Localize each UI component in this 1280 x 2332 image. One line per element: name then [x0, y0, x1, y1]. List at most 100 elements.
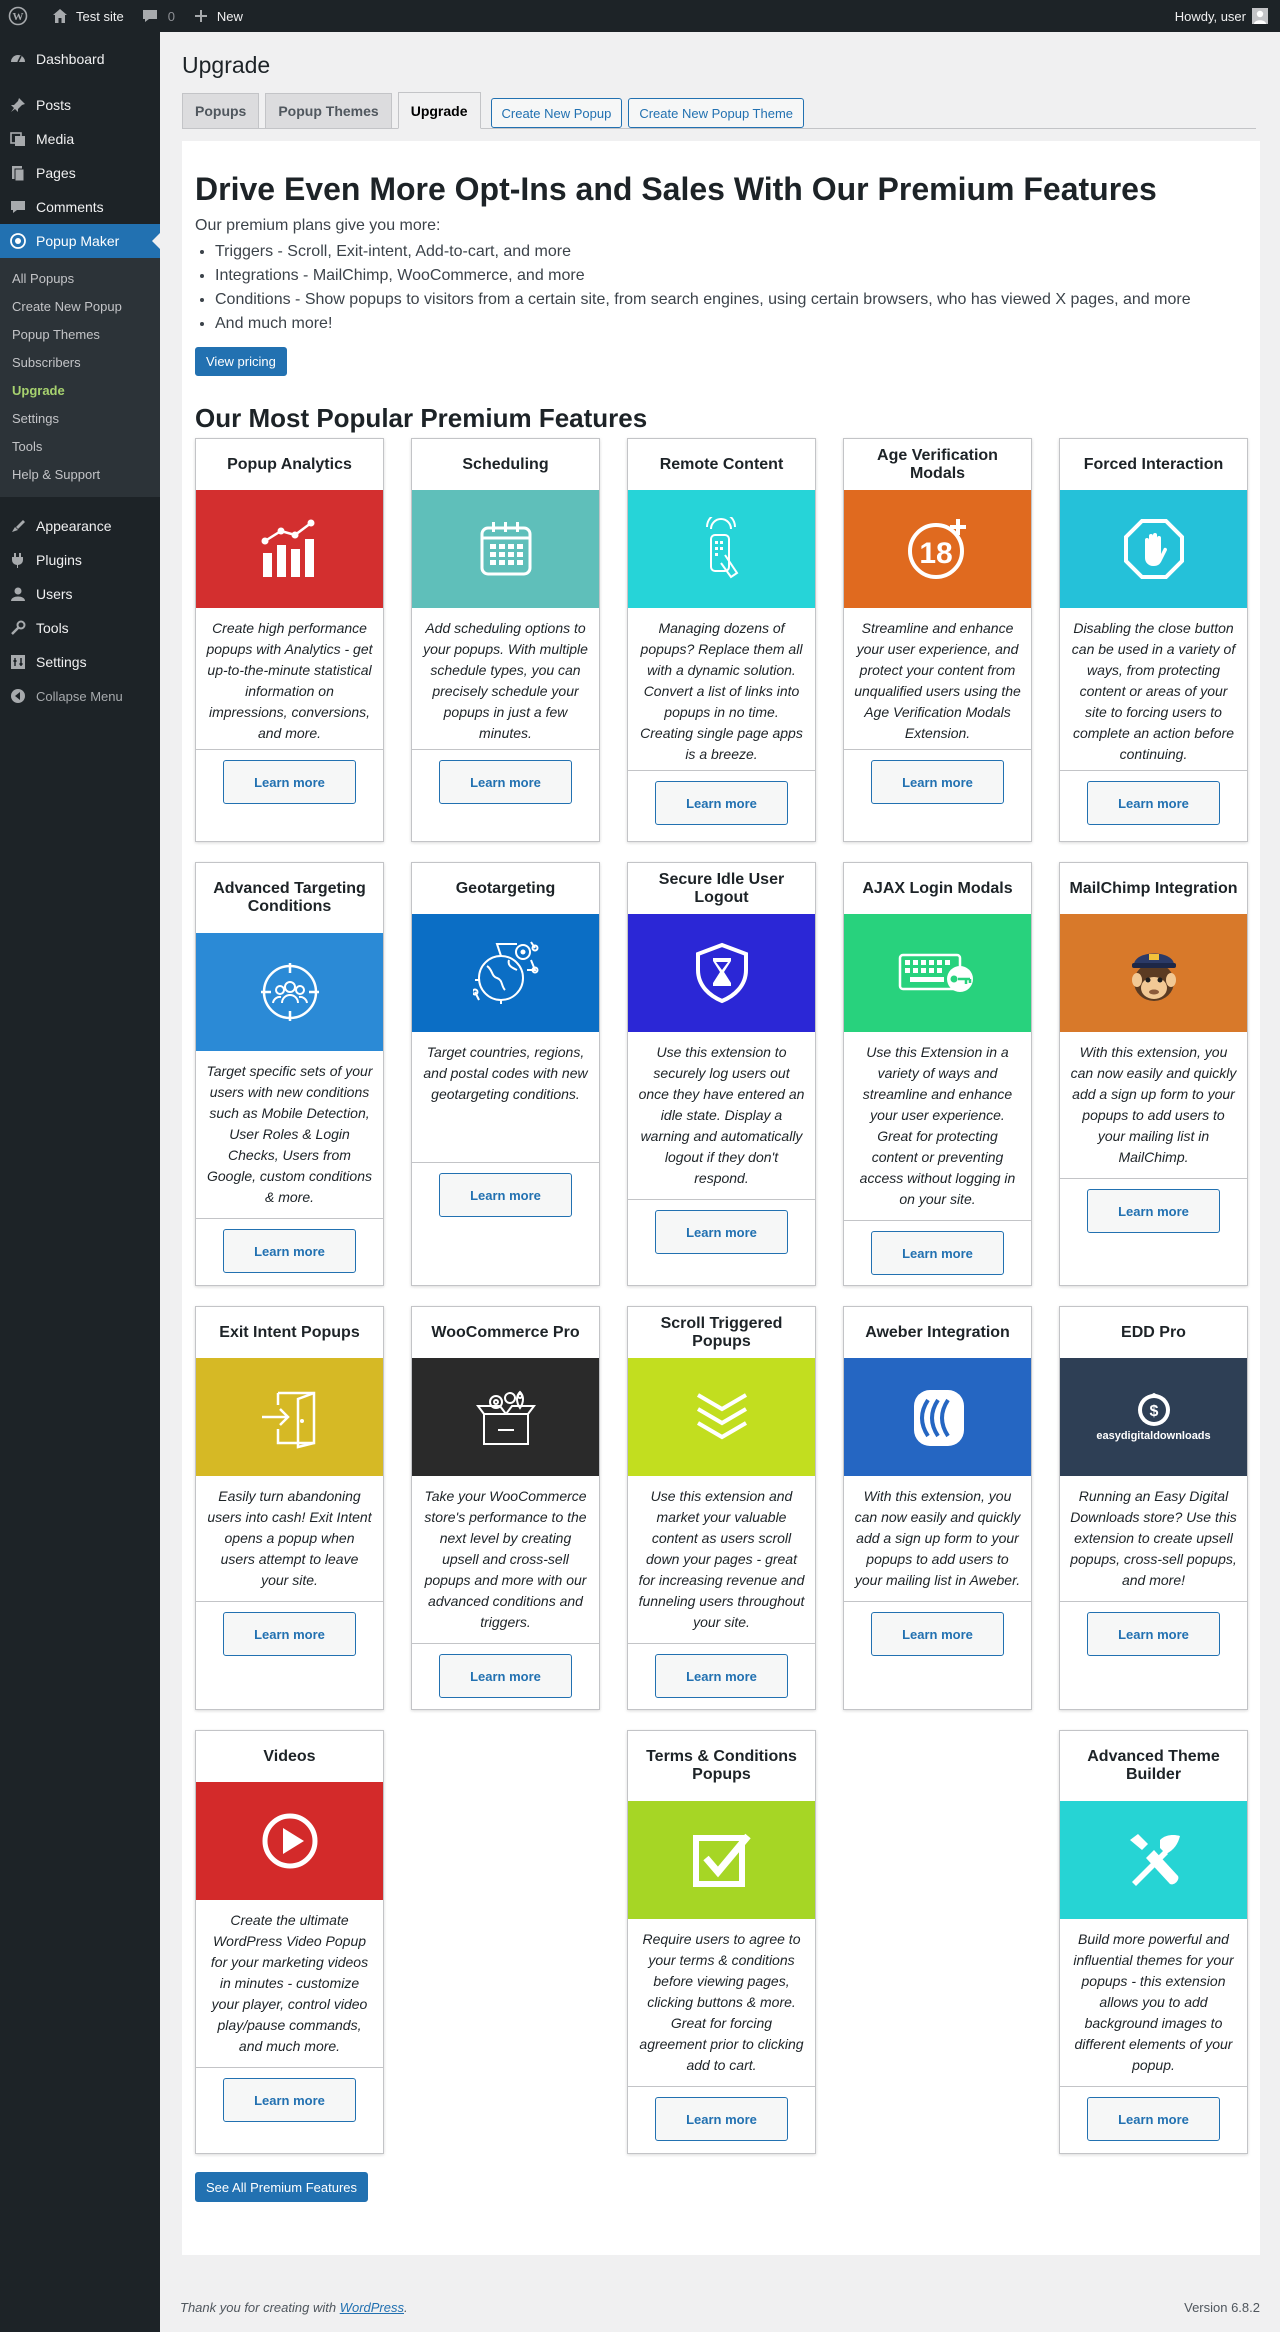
comment-bubble-icon	[140, 6, 160, 26]
admin-footer: Thank you for creating with WordPress. V…	[180, 2300, 1260, 2315]
feature-card-image: 18	[844, 490, 1031, 608]
media-icon	[8, 129, 28, 149]
tools-cross-icon	[1124, 1830, 1184, 1890]
sidebar-item-comments[interactable]: Comments	[0, 190, 160, 224]
hero-bullet: Conditions - Show popups to visitors fro…	[215, 288, 1191, 312]
learn-more-button[interactable]: Learn more	[1087, 781, 1220, 825]
site-name-menu[interactable]: Test site	[42, 0, 132, 32]
learn-more-button[interactable]: Learn more	[655, 1210, 788, 1254]
comments-count: 0	[167, 8, 175, 24]
submenu-tools[interactable]: Tools	[0, 433, 160, 461]
submenu-upgrade[interactable]: Upgrade	[0, 377, 160, 405]
learn-more-button[interactable]: Learn more	[223, 760, 356, 804]
checkbox-icon	[692, 1830, 752, 1890]
sidebar-item-tools[interactable]: Tools	[0, 611, 160, 645]
feature-card-description: Target specific sets of your users with …	[196, 1051, 383, 1219]
feature-card-footer: Learn more	[628, 1644, 815, 1698]
tab-popups[interactable]: Popups	[182, 93, 260, 128]
sidebar-item-dashboard[interactable]: Dashboard	[0, 42, 160, 76]
feature-card-title: Scheduling	[462, 455, 549, 473]
plus-icon	[191, 6, 211, 26]
learn-more-button[interactable]: Learn more	[655, 2097, 788, 2141]
stop-hand-icon	[1123, 518, 1185, 580]
create-new-popup-theme-button[interactable]: Create New Popup Theme	[628, 98, 805, 128]
tab-popup-themes[interactable]: Popup Themes	[265, 93, 392, 128]
learn-more-button[interactable]: Learn more	[1087, 2097, 1220, 2141]
feature-card: Secure Idle User Logout Use this extensio…	[627, 862, 816, 1286]
feature-card: Popup Analytics Create high performance p…	[195, 438, 384, 842]
learn-more-button[interactable]: Learn more	[223, 2078, 356, 2122]
learn-more-button[interactable]: Learn more	[871, 1612, 1004, 1656]
feature-card-description: Running an Easy Digital Downloads store?…	[1060, 1476, 1247, 1602]
aweber-icon	[908, 1386, 968, 1448]
popup-maker-icon	[8, 231, 28, 251]
submenu-create-new-popup[interactable]: Create New Popup	[0, 293, 160, 321]
new-content-menu[interactable]: New	[183, 0, 251, 32]
submenu-settings[interactable]: Settings	[0, 405, 160, 433]
feature-card: Advanced Targeting Conditions Target spec…	[195, 862, 384, 1286]
pin-icon	[8, 95, 28, 115]
feature-card-title: Forced Interaction	[1083, 455, 1224, 473]
sidebar-item-pages[interactable]: Pages	[0, 156, 160, 190]
feature-card-description: Streamline and enhance your user experie…	[844, 608, 1031, 750]
woocommerce-box-icon	[475, 1386, 536, 1448]
home-icon	[50, 6, 70, 26]
collapse-menu-button[interactable]: Collapse Menu	[0, 679, 160, 713]
feature-card-image	[196, 1782, 383, 1900]
feature-card: AJAX Login Modals Use this Extension in a…	[843, 862, 1032, 1286]
see-all-premium-features-button[interactable]: See All Premium Features	[195, 2172, 369, 2202]
learn-more-button[interactable]: Learn more	[871, 760, 1004, 804]
sidebar-item-media[interactable]: Media	[0, 122, 160, 156]
sidebar-item-posts[interactable]: Posts	[0, 88, 160, 122]
learn-more-button[interactable]: Learn more	[871, 1231, 1004, 1275]
feature-card-description: Require users to agree to your terms & c…	[628, 1919, 815, 2087]
learn-more-button[interactable]: Learn more	[439, 1173, 572, 1217]
sidebar-item-plugins[interactable]: Plugins	[0, 543, 160, 577]
hero-bullet-list: Triggers - Scroll, Exit-intent, Add-to-c…	[215, 240, 1191, 336]
sidebar-item-settings[interactable]: Settings	[0, 645, 160, 679]
learn-more-button[interactable]: Learn more	[655, 781, 788, 825]
feature-card-image	[1060, 1801, 1247, 1919]
submenu-all-popups[interactable]: All Popups	[0, 265, 160, 293]
plugins-icon	[8, 550, 28, 570]
create-new-popup-button[interactable]: Create New Popup	[490, 98, 623, 128]
learn-more-button[interactable]: Learn more	[1087, 1612, 1220, 1656]
comments-menu[interactable]: 0	[132, 0, 183, 32]
sidebar-item-popup-maker[interactable]: Popup Maker	[0, 224, 160, 258]
my-account-menu[interactable]: Howdy, user	[1175, 8, 1280, 24]
learn-more-button[interactable]: Learn more	[223, 1612, 356, 1656]
tab-upgrade[interactable]: Upgrade	[397, 92, 481, 129]
feature-card-footer: Learn more	[196, 1602, 383, 1656]
feature-card-description: Take your WooCommerce store's performanc…	[412, 1476, 599, 1644]
admin-sidebar: Dashboard Posts Media Pages Comments Pop…	[0, 32, 160, 2332]
learn-more-button[interactable]: Learn more	[439, 760, 572, 804]
sidebar-item-appearance[interactable]: Appearance	[0, 509, 160, 543]
feature-card: Forced Interaction Disabling the close bu…	[1059, 438, 1248, 842]
learn-more-button[interactable]: Learn more	[1087, 1189, 1220, 1233]
feature-card-image	[196, 1358, 383, 1476]
feature-card-image	[412, 914, 599, 1032]
feature-card-title: EDD Pro	[1121, 1323, 1186, 1341]
popup-maker-submenu: All Popups Create New Popup Popup Themes…	[0, 258, 160, 497]
settings-icon	[8, 652, 28, 672]
wordpress-logo-menu[interactable]: W	[0, 0, 42, 32]
view-pricing-button[interactable]: View pricing	[195, 347, 287, 376]
feature-card-title: Aweber Integration	[865, 1323, 1010, 1341]
learn-more-button[interactable]: Learn more	[223, 1229, 356, 1273]
submenu-help-support[interactable]: Help & Support	[0, 461, 160, 489]
sidebar-item-label: Pages	[36, 165, 76, 181]
wordpress-link[interactable]: WordPress	[340, 2300, 404, 2315]
hero-title: Drive Even More Opt-Ins and Sales With O…	[195, 171, 1157, 207]
sidebar-item-users[interactable]: Users	[0, 577, 160, 611]
exit-door-icon	[258, 1385, 322, 1449]
sidebar-item-label: Users	[36, 586, 73, 602]
tools-icon	[8, 618, 28, 638]
submenu-subscribers[interactable]: Subscribers	[0, 349, 160, 377]
submenu-popup-themes[interactable]: Popup Themes	[0, 321, 160, 349]
learn-more-button[interactable]: Learn more	[655, 1654, 788, 1698]
calendar-icon	[478, 520, 534, 578]
feature-card: Advanced Theme Builder Build more powerfu…	[1059, 1730, 1248, 2154]
edd-logo-text: easydigitaldownloads	[1096, 1430, 1211, 1442]
feature-card-description: Managing dozens of popups? Replace them …	[628, 608, 815, 771]
learn-more-button[interactable]: Learn more	[439, 1654, 572, 1698]
